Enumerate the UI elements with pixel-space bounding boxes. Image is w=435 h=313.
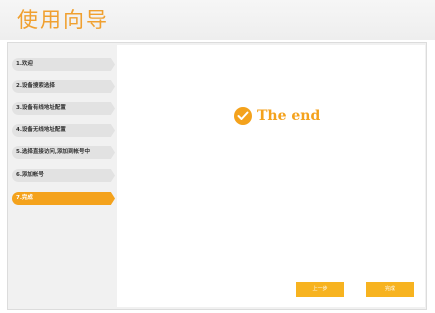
check-circle-icon — [234, 107, 252, 125]
step-direct-access[interactable]: 5.选择直接访问,添加到帐号中 — [12, 146, 115, 159]
step-wireless-config[interactable]: 4.设备无线地址配置 — [12, 124, 115, 137]
end-text: The end — [257, 108, 321, 124]
step-wired-config[interactable]: 3.设备有线地址配置 — [12, 102, 115, 115]
header-bar: 使用向导 — [0, 0, 435, 40]
end-message: The end — [234, 106, 320, 126]
step-add-account[interactable]: 6.添加帐号 — [12, 169, 115, 182]
step-device-search[interactable]: 2.设备搜索选择 — [12, 80, 115, 93]
step-welcome[interactable]: 1.欢迎 — [12, 58, 115, 71]
finish-button[interactable]: 完成 — [366, 282, 414, 297]
step-finish[interactable]: 7.完成 — [12, 192, 115, 205]
page-title: 使用向导 — [17, 8, 109, 32]
content-panel — [117, 45, 425, 307]
prev-button[interactable]: 上一步 — [296, 282, 344, 297]
